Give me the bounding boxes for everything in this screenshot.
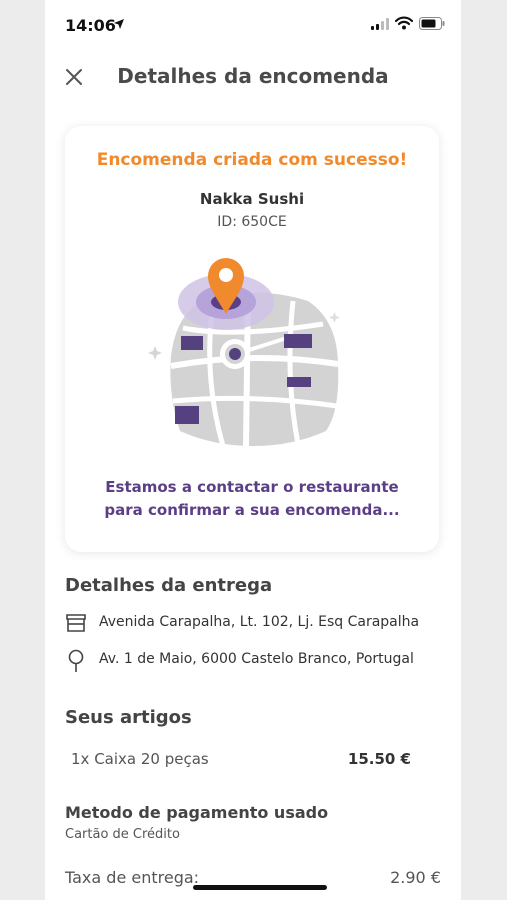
order-id: ID: 650CE (217, 214, 287, 230)
page-title: Detalhes da encomenda (117, 64, 389, 88)
order-status-card: Encomenda criada com sucesso! Nakka Sush… (65, 126, 439, 552)
status-bar: 14:06 (45, 0, 461, 48)
delivery-details-title: Detalhes da entrega (65, 575, 273, 596)
status-time: 14:06 (65, 16, 116, 35)
wifi-icon (395, 16, 413, 30)
restaurant-name: Nakka Sushi (199, 190, 305, 208)
phone-screen: 14:06 Detalhes da encomenda Encomenda cr… (45, 0, 461, 900)
delivery-fee-label: Taxa de entrega: (65, 868, 200, 887)
item-description: 1x Caixa 20 peças (71, 750, 209, 768)
item-price: 15.50 € (347, 750, 411, 768)
list-item: 1x Caixa 20 peças 15.50 € (71, 748, 411, 770)
restaurant-address: Avenida Carapalha, Lt. 102, Lj. Esq Cara… (99, 614, 420, 630)
customer-address: Av. 1 de Maio, 6000 Castelo Branco, Port… (99, 651, 414, 667)
location-arrow-icon (114, 19, 124, 29)
payment-method: Cartão de Crédito (65, 827, 180, 842)
success-message: Encomenda criada com sucesso! (96, 150, 408, 170)
delivery-fee-value: 2.90 € (390, 868, 441, 887)
cellular-signal-icon (371, 18, 389, 30)
contact-message: Estamos a contactar o restaurante para c… (104, 478, 400, 519)
map-pin-icon (68, 649, 84, 672)
home-indicator[interactable] (193, 885, 327, 890)
map-illustration (148, 258, 340, 447)
items-title: Seus artigos (65, 707, 192, 728)
battery-icon (419, 17, 445, 30)
store-icon (66, 614, 86, 632)
payment-method-title: Metodo de pagamento usado (65, 803, 329, 822)
